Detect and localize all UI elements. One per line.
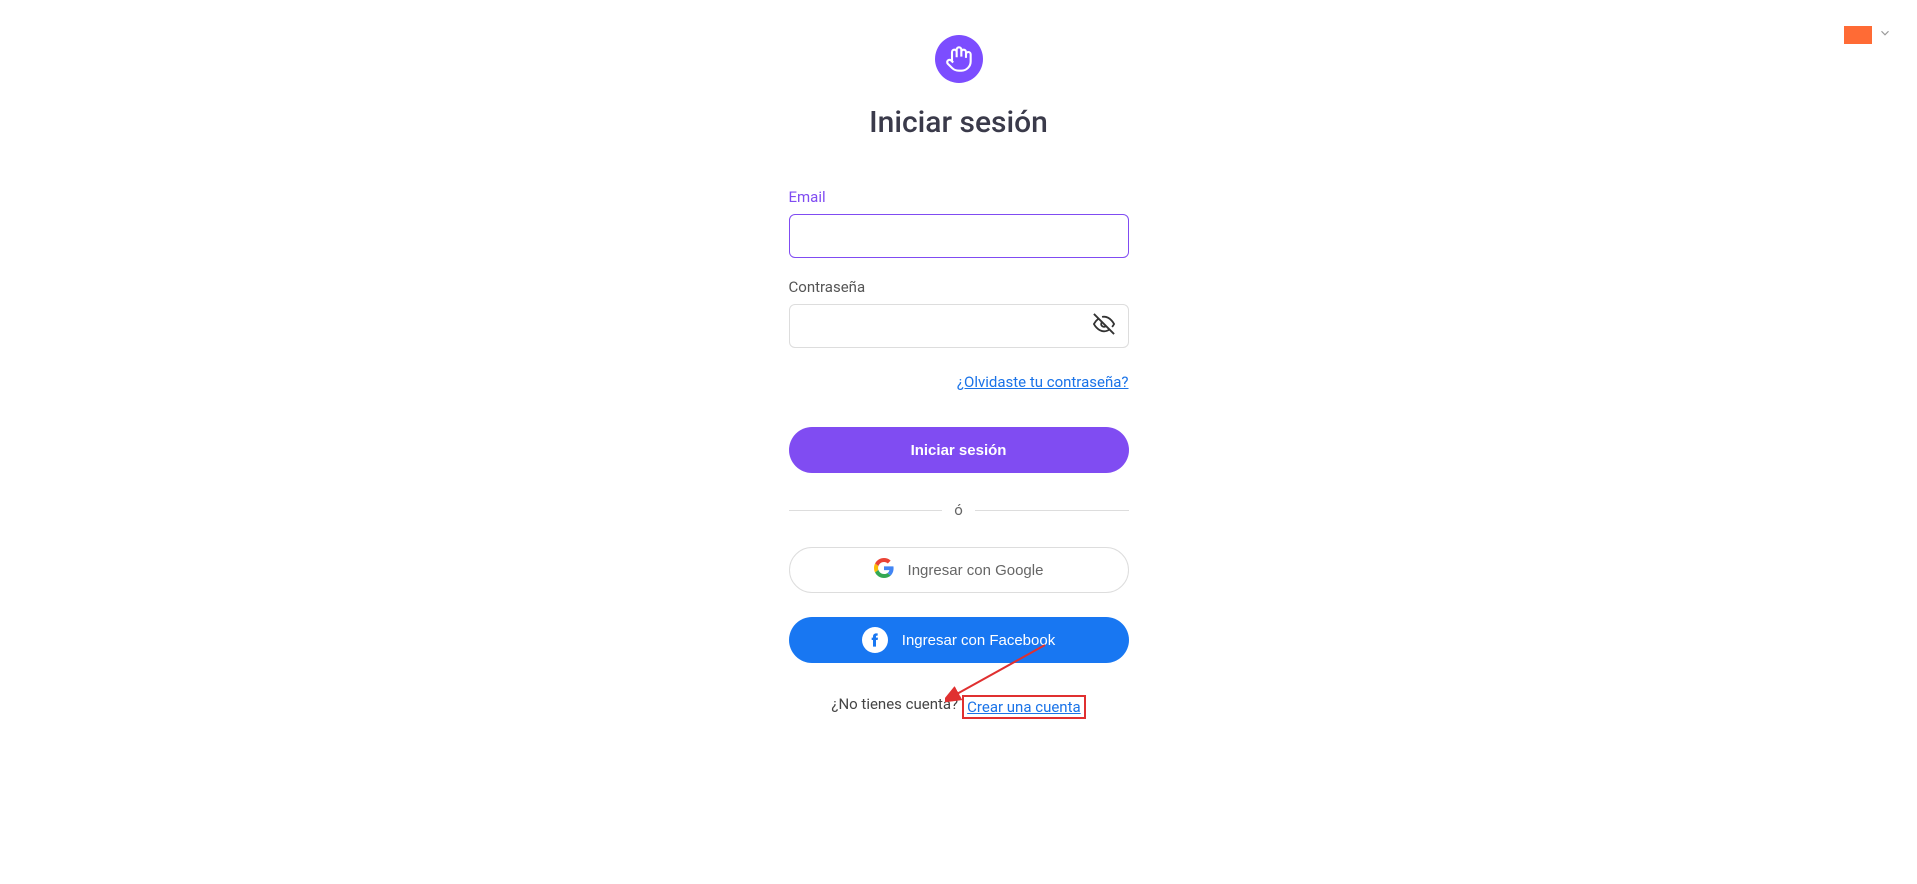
chevron-down-icon <box>1878 25 1892 44</box>
email-input[interactable] <box>789 214 1129 258</box>
hand-icon <box>945 45 973 73</box>
password-group: Contraseña <box>789 278 1129 348</box>
login-container: Iniciar sesión Email Contraseña ¿Olvidas… <box>789 0 1129 719</box>
google-login-button[interactable]: Ingresar con Google <box>789 547 1129 593</box>
facebook-icon <box>862 627 888 653</box>
email-group: Email <box>789 188 1129 258</box>
facebook-button-label: Ingresar con Facebook <box>902 632 1055 649</box>
divider: ó <box>789 501 1129 519</box>
email-label: Email <box>789 188 1129 206</box>
forgot-password-link[interactable]: ¿Olvidaste tu contraseña? <box>957 373 1129 391</box>
divider-line-right <box>975 510 1129 511</box>
login-button[interactable]: Iniciar sesión <box>789 427 1129 473</box>
app-logo <box>935 35 983 83</box>
signup-row: ¿No tienes cuenta? Crear una cuenta <box>831 695 1085 719</box>
google-icon <box>874 558 894 582</box>
forgot-password-row: ¿Olvidaste tu contraseña? <box>789 372 1129 391</box>
password-label: Contraseña <box>789 278 1129 296</box>
google-button-label: Ingresar con Google <box>908 562 1044 579</box>
password-input[interactable] <box>789 304 1129 348</box>
eye-off-icon[interactable] <box>1093 313 1115 339</box>
page-title: Iniciar sesión <box>869 105 1048 140</box>
divider-text: ó <box>954 501 963 519</box>
facebook-login-button[interactable]: Ingresar con Facebook <box>789 617 1129 663</box>
divider-line-left <box>789 510 943 511</box>
language-selector[interactable] <box>1844 25 1892 44</box>
create-account-link[interactable]: Crear una cuenta <box>962 695 1085 719</box>
no-account-text: ¿No tienes cuenta? <box>831 695 958 719</box>
flag-icon <box>1844 26 1872 44</box>
